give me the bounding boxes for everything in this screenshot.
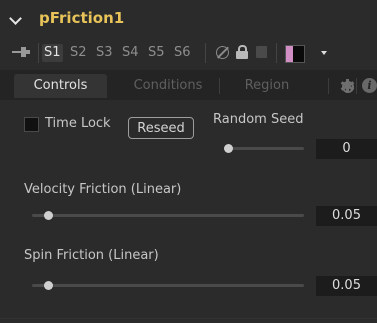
tab-conditions[interactable]: Conditions: [118, 74, 218, 98]
disable-icon[interactable]: [216, 46, 229, 59]
tool-title: pFriction1: [39, 9, 125, 27]
tab-divider: [219, 78, 220, 94]
random-seed-value[interactable]: 0: [316, 139, 377, 159]
scene-button-s4[interactable]: S4: [120, 44, 141, 62]
random-seed-slider-knob[interactable]: [224, 144, 233, 153]
spin-friction-slider-track[interactable]: [32, 284, 304, 287]
velocity-friction-label: Velocity Friction (Linear): [24, 182, 182, 197]
swatch-left-color: [286, 46, 293, 62]
tool-inspector-panel: pFriction1 S1 S2 S3 S4 S5 S6 Controls Co…: [0, 0, 377, 323]
toolbar-divider: [38, 43, 39, 63]
tool-header[interactable]: pFriction1: [0, 0, 377, 38]
collapse-chevron-icon[interactable]: [9, 12, 22, 25]
gear-icon[interactable]: [340, 79, 354, 93]
reseed-button[interactable]: Reseed: [128, 117, 194, 139]
scene-button-s5[interactable]: S5: [146, 44, 167, 62]
velocity-friction-slider-track[interactable]: [32, 214, 304, 217]
scene-button-s1[interactable]: S1: [42, 44, 63, 62]
tab-controls[interactable]: Controls: [14, 74, 107, 98]
panel-bottom-divider: [0, 318, 377, 319]
random-seed-slider-track[interactable]: [224, 147, 304, 150]
tab-bar: Controls Conditions Region i: [0, 70, 377, 100]
pin-icon[interactable]: [12, 47, 30, 57]
cache-icon[interactable]: [256, 46, 267, 58]
spin-friction-value[interactable]: 0.05: [316, 276, 377, 296]
tab-region[interactable]: Region: [228, 74, 306, 98]
lock-icon[interactable]: [236, 45, 248, 59]
toolbar-divider: [276, 43, 277, 63]
time-lock-label: Time Lock: [45, 116, 111, 131]
toolbar-divider: [205, 43, 206, 63]
scene-button-s6[interactable]: S6: [172, 44, 193, 62]
tool-toolbar: S1 S2 S3 S4 S5 S6: [0, 38, 377, 66]
random-seed-label: Random Seed: [213, 112, 304, 127]
tab-divider: [356, 78, 357, 94]
velocity-friction-value[interactable]: 0.05: [316, 206, 377, 226]
velocity-friction-slider-knob[interactable]: [44, 211, 53, 220]
scene-button-s3[interactable]: S3: [94, 44, 115, 62]
info-icon[interactable]: i: [362, 78, 377, 93]
spin-friction-label: Spin Friction (Linear): [24, 248, 159, 263]
spin-friction-slider-knob[interactable]: [44, 281, 53, 290]
time-lock-checkbox[interactable]: [24, 117, 39, 132]
dropdown-arrow-icon[interactable]: [321, 51, 327, 55]
swatch-right-color: [293, 46, 304, 62]
color-swatch[interactable]: [285, 45, 305, 63]
scene-button-s2[interactable]: S2: [68, 44, 89, 62]
tab-divider: [328, 78, 329, 94]
